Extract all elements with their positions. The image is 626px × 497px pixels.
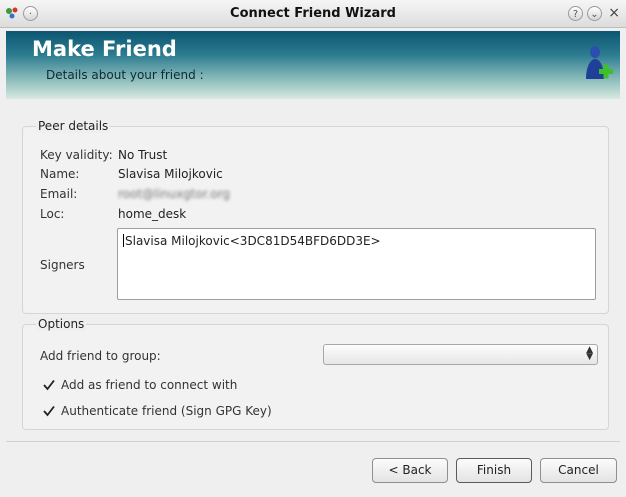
finish-button[interactable]: Finish xyxy=(456,458,532,483)
email-value: root@linuxgtor.org xyxy=(118,187,231,201)
name-value: Slavisa Milojkovic xyxy=(118,167,223,181)
window-title: Connect Friend Wizard xyxy=(230,6,396,21)
page-subtitle: Details about your friend : xyxy=(46,68,204,82)
minimize-button[interactable]: ⌄ xyxy=(587,6,602,21)
signers-label: Signers xyxy=(40,258,85,272)
loc-label: Loc: xyxy=(40,207,65,221)
peer-details-label: Peer details xyxy=(36,119,111,133)
updown-arrows-icon: ▲ ▼ xyxy=(586,345,593,362)
signers-text: Slavisa Milojkovic<3DC81D54BFD6DD3E> xyxy=(125,234,381,248)
authenticate-checkbox[interactable] xyxy=(42,404,56,418)
text-cursor xyxy=(123,234,124,247)
add-user-icon xyxy=(582,39,614,87)
add-as-friend-checkbox[interactable] xyxy=(42,378,56,392)
divider xyxy=(6,441,620,442)
help-button[interactable]: ? xyxy=(568,6,583,21)
email-label: Email: xyxy=(40,187,78,201)
add-to-group-label: Add friend to group: xyxy=(40,349,161,363)
title-bar: · Connect Friend Wizard ? ⌄ × xyxy=(0,0,626,28)
options-label: Options xyxy=(36,317,87,331)
key-validity-label: Key validity: xyxy=(40,148,113,162)
wizard-header: Make Friend Details about your friend : xyxy=(6,31,620,99)
add-as-friend-label[interactable]: Add as friend to connect with xyxy=(61,378,237,392)
page-title: Make Friend xyxy=(32,37,177,61)
close-button[interactable]: × xyxy=(608,5,620,21)
key-validity-value: No Trust xyxy=(118,148,168,162)
authenticate-label[interactable]: Authenticate friend (Sign GPG Key) xyxy=(61,404,272,418)
cancel-button[interactable]: Cancel xyxy=(540,458,617,483)
loc-value: home_desk xyxy=(118,207,187,221)
signers-field[interactable]: Slavisa Milojkovic<3DC81D54BFD6DD3E> xyxy=(117,228,596,300)
back-button[interactable]: < Back xyxy=(372,458,448,483)
name-label: Name: xyxy=(40,167,80,181)
group-select[interactable]: ▲ ▼ xyxy=(323,344,598,365)
